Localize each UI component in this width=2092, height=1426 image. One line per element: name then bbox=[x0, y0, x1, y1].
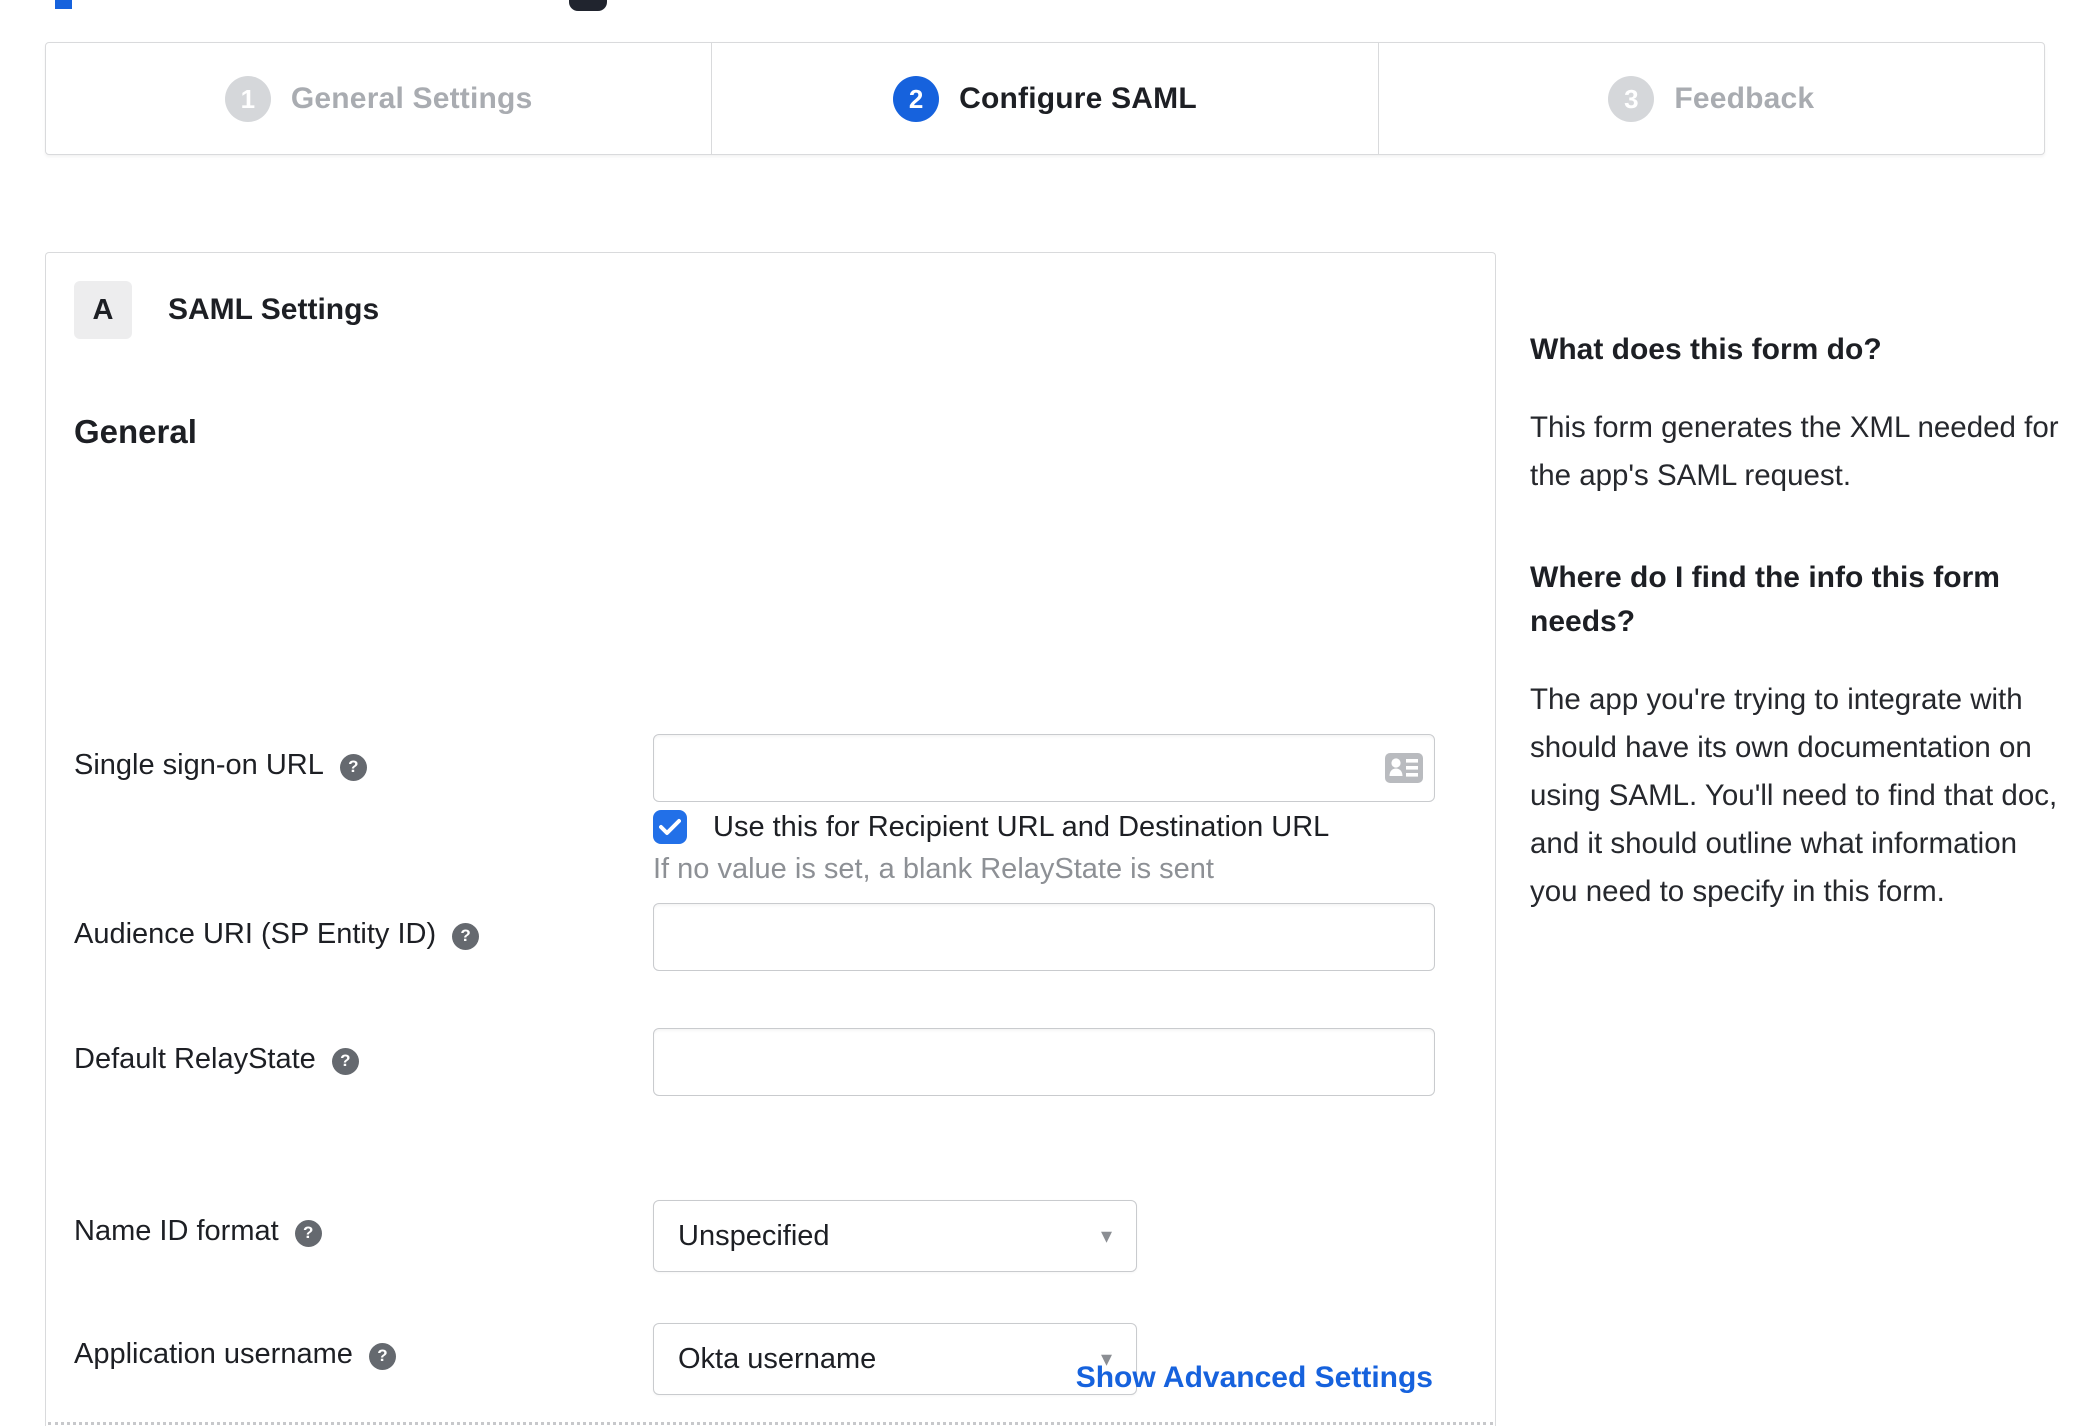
cutoff-dark-fragment bbox=[569, 0, 607, 11]
step-general-settings[interactable]: 1 General Settings bbox=[46, 43, 711, 154]
application-username-select[interactable]: Okta username ▾ bbox=[653, 1323, 1137, 1395]
chevron-down-icon: ▾ bbox=[1100, 1223, 1112, 1248]
step-1-label: General Settings bbox=[290, 81, 533, 115]
help-icon[interactable]: ? bbox=[368, 1342, 396, 1370]
name-id-format-select[interactable]: Unspecified ▾ bbox=[653, 1200, 1137, 1272]
name-id-format-value: Unspecified bbox=[678, 1219, 830, 1252]
saml-settings-card: A SAML Settings General Single sign-on U… bbox=[45, 252, 1496, 1426]
audience-uri-input[interactable] bbox=[653, 903, 1435, 971]
recipient-url-checkbox-row: Use this for Recipient URL and Destinati… bbox=[653, 810, 1329, 844]
step-feedback[interactable]: 3 Feedback bbox=[1377, 43, 2044, 154]
section-badge: A bbox=[74, 281, 132, 339]
help-answer-1: This form generates the XML needed for t… bbox=[1530, 411, 2059, 492]
show-advanced-settings-link[interactable]: Show Advanced Settings bbox=[1076, 1361, 1433, 1395]
step-2-circle: 2 bbox=[893, 75, 940, 122]
step-2-label: Configure SAML bbox=[959, 81, 1197, 115]
group-title-general: General bbox=[74, 413, 197, 450]
okta-saml-wizard: 1 General Settings 2 Configure SAML 3 Fe… bbox=[0, 0, 2092, 1426]
step-1-circle: 1 bbox=[224, 75, 271, 122]
wizard-stepper: 1 General Settings 2 Configure SAML 3 Fe… bbox=[45, 42, 2045, 155]
help-answer-2: The app you're trying to integrate with … bbox=[1530, 683, 2058, 908]
recipient-url-checkbox-label: Use this for Recipient URL and Destinati… bbox=[713, 810, 1330, 843]
audience-uri-label: Audience URI (SP Entity ID)? bbox=[74, 918, 480, 951]
application-username-value: Okta username bbox=[678, 1342, 877, 1375]
help-icon[interactable]: ? bbox=[331, 1047, 359, 1075]
default-relaystate-label: Default RelayState? bbox=[74, 1043, 359, 1076]
cutoff-blue-fragment bbox=[55, 0, 72, 9]
name-id-format-label: Name ID format? bbox=[74, 1215, 322, 1248]
check-icon bbox=[659, 819, 681, 835]
single-sign-on-url-label: Single sign-on URL? bbox=[74, 749, 367, 782]
single-sign-on-url-input[interactable] bbox=[653, 734, 1435, 802]
relaystate-hint: If no value is set, a blank RelayState i… bbox=[653, 853, 1214, 885]
application-username-label: Application username? bbox=[74, 1338, 396, 1371]
step-3-circle: 3 bbox=[1608, 75, 1655, 122]
step-configure-saml[interactable]: 2 Configure SAML bbox=[711, 43, 1377, 154]
help-question-1: What does this form do? bbox=[1530, 333, 1882, 366]
default-relaystate-input[interactable] bbox=[653, 1028, 1435, 1096]
recipient-url-checkbox[interactable] bbox=[653, 810, 687, 844]
help-question-2: Where do I find the info this form needs… bbox=[1530, 561, 2000, 638]
contact-card-icon[interactable] bbox=[1381, 750, 1427, 786]
help-icon[interactable]: ? bbox=[294, 1219, 322, 1247]
help-icon[interactable]: ? bbox=[452, 922, 480, 950]
help-panel: What does this form do? This form genera… bbox=[1530, 328, 2070, 916]
step-3-label: Feedback bbox=[1674, 81, 1815, 115]
help-icon[interactable]: ? bbox=[339, 753, 367, 781]
section-title: SAML Settings bbox=[168, 293, 380, 326]
